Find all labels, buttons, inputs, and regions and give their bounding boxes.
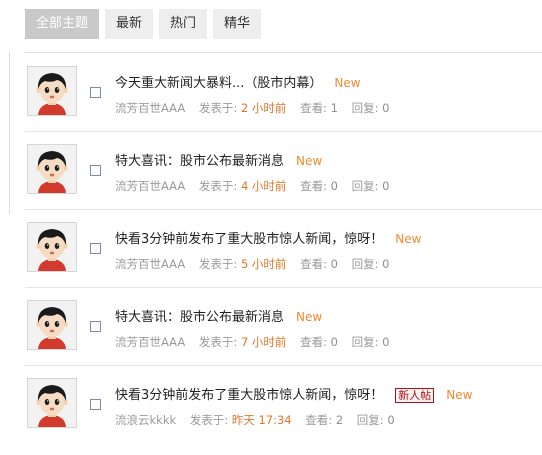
- thread-title-line: 快看3分钟前发布了重大股市惊人新闻，惊呀！ 新人帖 New: [115, 384, 472, 403]
- thread-row: 快看3分钟前发布了重大股市惊人新闻，惊呀！ 新人帖 New 流浪云kkkk 发表于:…: [25, 366, 542, 444]
- tab-latest[interactable]: 最新: [105, 9, 154, 39]
- new-flag: New: [334, 76, 361, 90]
- thread-title-link[interactable]: 快看3分钟前发布了重大股市惊人新闻，惊呀！: [115, 232, 383, 247]
- replies-count: 0: [382, 335, 390, 349]
- default-avatar-boy-icon: [28, 379, 76, 427]
- views-count: 0: [330, 257, 338, 271]
- replies-label: 回复:: [351, 335, 379, 349]
- author-link[interactable]: 流芳百世AAA: [115, 101, 185, 115]
- left-divider: [9, 52, 10, 214]
- posted-time: 7 小时前: [240, 335, 287, 349]
- default-avatar-boy-icon: [28, 145, 76, 193]
- replies-label: 回复:: [351, 179, 379, 193]
- tab-hot[interactable]: 热门: [159, 9, 208, 39]
- posted-label: 发表于:: [198, 101, 238, 115]
- views-count: 0: [330, 335, 338, 349]
- thread-title-link[interactable]: 今天重大新闻大暴料...（股市内幕）: [115, 76, 322, 91]
- posted-time: 5 小时前: [240, 257, 287, 271]
- posted-time: 2 小时前: [240, 101, 287, 115]
- thread-select-checkbox[interactable]: [90, 165, 101, 176]
- avatar[interactable]: [27, 300, 77, 350]
- replies-count: 0: [387, 413, 395, 427]
- tabs-divider: [25, 52, 542, 53]
- thread-title-link[interactable]: 快看3分钟前发布了重大股市惊人新闻，惊呀！: [115, 388, 383, 403]
- replies-label: 回复:: [356, 413, 384, 427]
- thread-meta: 流芳百世AAA 发表于: 4 小时前 查看: 0 回复: 0: [115, 178, 389, 194]
- author-link[interactable]: 流芳百世AAA: [115, 179, 185, 193]
- views-count: 0: [330, 179, 338, 193]
- thread-meta: 流芳百世AAA 发表于: 7 小时前 查看: 0 回复: 0: [115, 334, 389, 350]
- views-label: 查看:: [300, 335, 327, 349]
- default-avatar-boy-icon: [28, 223, 76, 271]
- new-flag: New: [395, 232, 422, 246]
- thread-title-line: 今天重大新闻大暴料...（股市内幕） New: [115, 72, 361, 91]
- thread-title-link[interactable]: 特大喜讯：股市公布最新消息: [115, 310, 284, 325]
- author-link[interactable]: 流浪云kkkk: [115, 413, 176, 427]
- thread-meta: 流浪云kkkk 发表于: 昨天 17:34 查看: 2 回复: 0: [115, 412, 395, 428]
- tab-digest[interactable]: 精华: [213, 9, 262, 39]
- replies-count: 0: [382, 179, 390, 193]
- avatar[interactable]: [27, 222, 77, 272]
- new-flag: New: [296, 154, 323, 168]
- thread-meta: 流芳百世AAA 发表于: 5 小时前 查看: 0 回复: 0: [115, 256, 389, 272]
- replies-label: 回复:: [351, 257, 379, 271]
- replies-count: 0: [382, 101, 390, 115]
- author-link[interactable]: 流芳百世AAA: [115, 335, 185, 349]
- thread-title-link[interactable]: 特大喜讯：股市公布最新消息: [115, 154, 284, 169]
- new-flag: New: [296, 310, 323, 324]
- default-avatar-boy-icon: [28, 67, 76, 115]
- thread-select-checkbox[interactable]: [90, 243, 101, 254]
- avatar[interactable]: [27, 66, 77, 116]
- views-label: 查看:: [300, 179, 327, 193]
- thread-title-line: 特大喜讯：股市公布最新消息 New: [115, 306, 322, 325]
- new-flag: New: [446, 388, 473, 402]
- thread-select-checkbox[interactable]: [90, 87, 101, 98]
- thread-row: 今天重大新闻大暴料...（股市内幕） New 流芳百世AAA 发表于: 2 小时前…: [25, 54, 542, 132]
- replies-count: 0: [382, 257, 390, 271]
- thread-title-line: 特大喜讯：股市公布最新消息 New: [115, 150, 322, 169]
- views-label: 查看:: [300, 101, 327, 115]
- posted-label: 发表于:: [189, 413, 229, 427]
- thread-row: 特大喜讯：股市公布最新消息 New 流芳百世AAA 发表于: 4 小时前 查看: …: [25, 132, 542, 210]
- views-label: 查看:: [300, 257, 327, 271]
- replies-label: 回复:: [351, 101, 379, 115]
- author-link[interactable]: 流芳百世AAA: [115, 257, 185, 271]
- default-avatar-boy-icon: [28, 301, 76, 349]
- tab-all-threads[interactable]: 全部主题: [25, 9, 100, 39]
- posted-label: 发表于:: [198, 335, 238, 349]
- avatar[interactable]: [27, 144, 77, 194]
- avatar[interactable]: [27, 378, 77, 428]
- thread-title-line: 快看3分钟前发布了重大股市惊人新闻，惊呀！ New: [115, 228, 421, 247]
- thread-row: 特大喜讯：股市公布最新消息 New 流芳百世AAA 发表于: 7 小时前 查看: …: [25, 288, 542, 366]
- newcomer-post-badge: 新人帖: [395, 388, 435, 403]
- posted-time: 昨天 17:34: [231, 413, 292, 427]
- views-count: 2: [335, 413, 344, 427]
- posted-time: 4 小时前: [240, 179, 287, 193]
- thread-select-checkbox[interactable]: [90, 399, 101, 410]
- thread-meta: 流芳百世AAA 发表于: 2 小时前 查看: 1 回复: 0: [115, 100, 389, 116]
- thread-select-checkbox[interactable]: [90, 321, 101, 332]
- thread-filter-tabs: 全部主题 最新 热门 精华: [25, 9, 267, 39]
- views-count: 1: [330, 101, 338, 115]
- posted-label: 发表于:: [198, 179, 238, 193]
- thread-row: 快看3分钟前发布了重大股市惊人新闻，惊呀！ New 流芳百世AAA 发表于: 5 …: [25, 210, 542, 288]
- posted-label: 发表于:: [198, 257, 238, 271]
- views-label: 查看:: [305, 413, 333, 427]
